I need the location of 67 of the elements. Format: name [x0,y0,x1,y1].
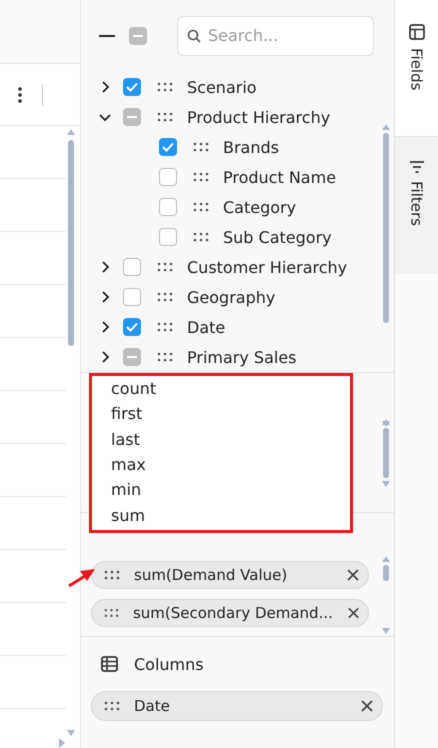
drag-handle-icon[interactable] [193,232,209,242]
field-label: Product Name [223,168,336,186]
scrollbar[interactable] [381,555,391,635]
field-label: Primary Sales [187,348,296,366]
field-label: Scenario [187,78,257,96]
section-title: Columns [134,654,204,674]
checkbox[interactable] [123,318,141,336]
menu-option[interactable]: sum [111,502,350,528]
check-icon [126,82,138,92]
check-icon [162,142,174,152]
close-icon[interactable] [346,606,360,620]
side-tab[interactable]: Fields [395,0,438,137]
checkbox[interactable] [123,78,141,96]
close-icon[interactable] [346,568,360,582]
scrollbar[interactable] [381,418,391,488]
drag-handle-icon[interactable] [157,82,173,92]
menu-option[interactable]: first [111,401,350,427]
annotation-arrow [67,566,97,588]
table-icon [101,656,118,672]
checkbox[interactable] [123,348,141,366]
close-icon[interactable] [360,699,374,713]
checkbox[interactable] [159,138,177,156]
field-label: Sub Category [223,228,332,246]
menu-option[interactable]: max [111,452,350,478]
checkbox[interactable] [123,108,141,126]
menu-option[interactable]: last [111,426,350,452]
field-label: Product Hierarchy [187,108,330,126]
more-icon[interactable] [18,86,22,102]
drag-handle-icon[interactable] [157,292,173,302]
search-field[interactable]: Search... [177,16,374,56]
field-label: Geography [187,288,276,306]
field-label: Category [223,198,296,216]
drag-handle-icon[interactable] [104,608,119,618]
checkbox[interactable] [159,228,177,246]
table-icon [408,24,424,40]
menu-option[interactable]: min [111,477,350,503]
check-icon [126,322,138,332]
field-label: Date [187,318,226,336]
checkbox[interactable] [123,288,141,306]
drag-handle-icon[interactable] [193,142,209,152]
drag-handle-icon[interactable] [193,172,209,182]
scrollbar[interactable] [381,123,391,429]
drag-handle-icon[interactable] [193,202,209,212]
field-label: Customer Hierarchy [187,258,348,276]
column-pill[interactable]: Date [91,691,383,721]
value-pill[interactable]: sum(Demand Value) [91,561,369,589]
scrollbar[interactable] [66,128,76,738]
checkbox[interactable] [123,258,141,276]
drag-handle-icon[interactable] [157,352,173,362]
menu-option[interactable]: count [111,376,350,402]
drag-handle-icon[interactable] [104,570,120,580]
search-icon [187,28,201,42]
collapse-icon[interactable] [99,34,115,38]
value-pill[interactable]: sum(Secondary Demand... [91,599,369,627]
checkbox[interactable] [159,168,177,186]
drag-handle-icon[interactable] [157,262,173,272]
field-label: Brands [223,138,279,156]
dash-icon [127,356,137,358]
dash-icon [127,116,137,118]
filter-icon [408,161,424,173]
dash-icon [133,34,143,36]
drag-handle-icon[interactable] [104,701,120,711]
checkbox[interactable] [159,198,177,216]
drag-handle-icon[interactable] [157,322,173,332]
side-tab[interactable]: Filters [395,137,438,274]
drag-handle-icon[interactable] [157,112,173,122]
checkbox[interactable] [129,26,147,44]
